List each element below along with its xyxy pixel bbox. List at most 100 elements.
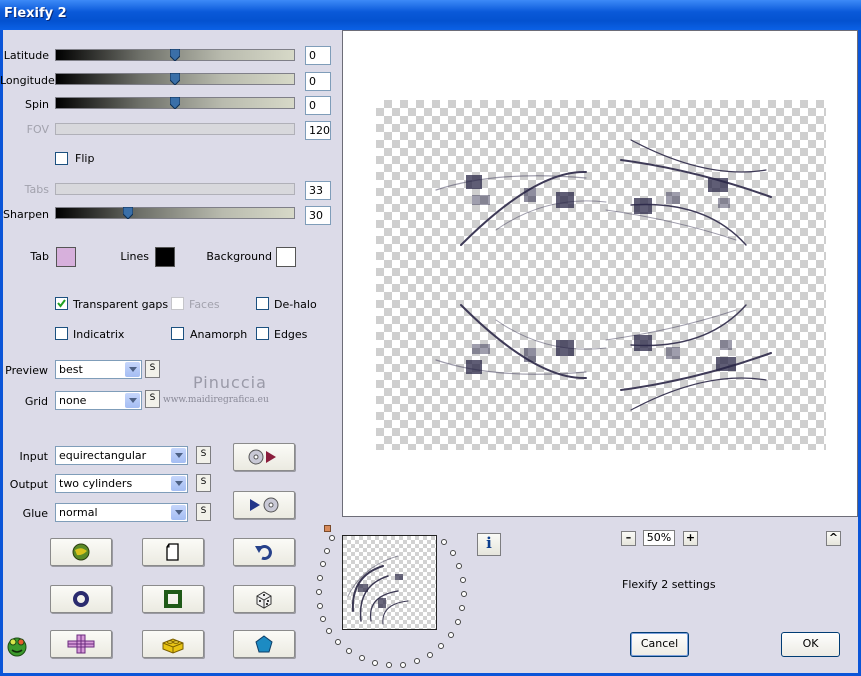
new-page-button[interactable] — [142, 538, 204, 566]
square-frame-icon — [164, 590, 182, 608]
pentagon-icon — [255, 635, 273, 653]
chevron-down-icon[interactable] — [171, 476, 186, 491]
save-preset-button[interactable] — [233, 491, 295, 519]
de-halo-checkbox[interactable] — [256, 297, 269, 310]
orientation-dot[interactable] — [414, 658, 420, 664]
undo-button[interactable] — [233, 538, 295, 566]
cross-icon — [67, 634, 95, 654]
orientation-dot[interactable] — [400, 662, 406, 668]
spin-slider[interactable] — [55, 97, 295, 109]
orientation-dot[interactable] — [459, 605, 465, 611]
orientation-dot[interactable] — [448, 632, 454, 638]
preview-pane[interactable] — [342, 30, 858, 517]
ok-button[interactable]: OK — [781, 632, 840, 657]
orientation-handle[interactable] — [324, 525, 331, 532]
sharpen-label: Sharpen — [3, 208, 49, 221]
input-select[interactable]: equirectangular — [55, 446, 188, 465]
info-button[interactable]: i — [477, 533, 501, 556]
output-select[interactable]: two cylinders — [55, 474, 188, 493]
orientation-dot[interactable] — [461, 591, 467, 597]
dice-icon — [256, 591, 272, 609]
sharpen-slider[interactable] — [55, 207, 295, 219]
latitude-slider-thumb[interactable] — [170, 49, 180, 61]
grid-select-label: Grid — [24, 395, 48, 408]
brick-button[interactable] — [142, 630, 204, 658]
flip-label: Flip — [75, 152, 95, 165]
orientation-dot[interactable] — [441, 539, 447, 545]
orientation-dot[interactable] — [326, 628, 332, 634]
ring-button[interactable] — [50, 585, 112, 613]
orientation-dot[interactable] — [386, 662, 392, 668]
anamorph-label: Anamorph — [190, 328, 248, 341]
input-select-label: Input — [19, 450, 48, 463]
grid-s-button[interactable]: S — [145, 390, 160, 408]
orientation-dot[interactable] — [456, 563, 462, 569]
cancel-button[interactable]: Cancel — [630, 632, 689, 657]
glue-s-button[interactable]: S — [196, 503, 211, 521]
latitude-label: Latitude — [3, 49, 49, 62]
ring-icon — [73, 591, 89, 607]
flip-checkbox[interactable] — [55, 152, 68, 165]
orientation-dot[interactable] — [320, 561, 326, 567]
chevron-down-icon[interactable] — [171, 448, 186, 463]
anamorph-checkbox[interactable] — [171, 327, 184, 340]
chevron-down-icon[interactable] — [125, 393, 140, 408]
orientation-dot[interactable] — [359, 655, 365, 661]
collapse-button[interactable]: ^ — [826, 531, 841, 546]
orientation-dot[interactable] — [317, 575, 323, 581]
indicatrix-checkbox[interactable] — [55, 327, 68, 340]
glue-select[interactable]: normal — [55, 503, 188, 522]
background-color-swatch[interactable] — [276, 247, 296, 267]
random-button[interactable] — [233, 585, 295, 613]
orientation-dot[interactable] — [329, 535, 335, 541]
longitude-slider[interactable] — [55, 73, 295, 85]
glue-select-label: Glue — [22, 507, 48, 520]
tab-color-swatch[interactable] — [56, 247, 76, 267]
orientation-dot[interactable] — [438, 643, 444, 649]
zoom-out-button[interactable]: – — [621, 531, 636, 546]
indicatrix-label: Indicatrix — [73, 328, 125, 341]
pentagon-button[interactable] — [233, 630, 295, 658]
orientation-dot[interactable] — [316, 589, 322, 595]
lines-color-swatch[interactable] — [155, 247, 175, 267]
orientation-dot[interactable] — [372, 660, 378, 666]
spin-field[interactable]: 0 — [305, 96, 331, 115]
orientation-dot[interactable] — [346, 648, 352, 654]
input-s-button[interactable]: S — [196, 446, 211, 464]
latitude-slider[interactable] — [55, 49, 295, 61]
output-s-button[interactable]: S — [196, 474, 211, 492]
sharpen-field[interactable]: 30 — [305, 206, 331, 225]
orientation-dot[interactable] — [320, 616, 326, 622]
chevron-down-icon[interactable] — [171, 505, 186, 520]
longitude-field[interactable]: 0 — [305, 72, 331, 91]
orientation-dot[interactable] — [450, 550, 456, 556]
orientation-dot[interactable] — [324, 548, 330, 554]
orientation-dot[interactable] — [427, 652, 433, 658]
grid-select-value: none — [59, 394, 87, 407]
grid-select[interactable]: none — [55, 391, 142, 410]
transparent-gaps-checkbox[interactable] — [55, 297, 68, 310]
latitude-field[interactable]: 0 — [305, 46, 331, 65]
zoom-in-button[interactable]: + — [683, 531, 698, 546]
preview-select[interactable]: best — [55, 360, 142, 379]
globe-button[interactable] — [50, 538, 112, 566]
preview-rendered-image — [435, 139, 772, 411]
transparent-gaps-label: Transparent gaps — [73, 298, 169, 311]
longitude-slider-thumb[interactable] — [170, 73, 180, 85]
orientation-dot[interactable] — [335, 639, 341, 645]
disc-play-icon — [248, 449, 276, 465]
orientation-thumbnail[interactable] — [342, 535, 437, 630]
sharpen-slider-thumb[interactable] — [123, 207, 133, 219]
spin-slider-thumb[interactable] — [170, 97, 180, 109]
frame-button[interactable] — [142, 585, 204, 613]
orientation-dot[interactable] — [317, 603, 323, 609]
load-preset-button[interactable] — [233, 443, 295, 471]
orientation-dot[interactable] — [460, 577, 466, 583]
orientation-dot[interactable] — [455, 619, 461, 625]
chevron-down-icon[interactable] — [125, 362, 140, 377]
preview-s-button[interactable]: S — [145, 360, 160, 378]
title-bar[interactable]: Flexify 2 — [0, 0, 861, 30]
edges-checkbox[interactable] — [256, 327, 269, 340]
cross-button[interactable] — [50, 630, 112, 658]
undo-icon — [255, 545, 272, 560]
